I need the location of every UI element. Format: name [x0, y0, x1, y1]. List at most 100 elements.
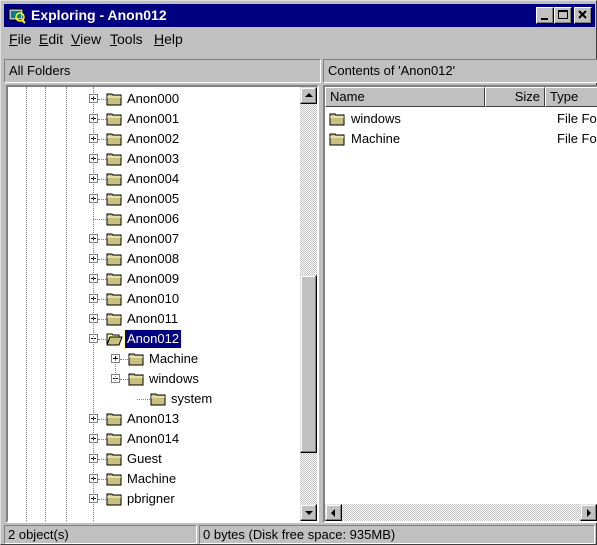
tree-item[interactable]: Guest [8, 449, 298, 469]
window-title: Exploring - Anon012 [31, 7, 167, 23]
tree-item[interactable]: system [8, 389, 298, 409]
menu-tools[interactable]: Tools [110, 31, 143, 47]
tree-connector [98, 259, 106, 260]
tree-item-label: Anon000 [127, 91, 180, 106]
tree-item-label: Anon005 [127, 191, 180, 206]
tree-item[interactable]: pbrigner [8, 489, 298, 509]
tree-connector [98, 499, 106, 500]
tree-item-label: Anon013 [127, 411, 180, 426]
minimize-button[interactable] [536, 7, 554, 24]
folder-icon [106, 273, 122, 286]
tree-item[interactable]: Anon010 [8, 289, 298, 309]
contents-list[interactable]: Name Size Type windows File Fo Machine File… [323, 85, 597, 523]
column-type[interactable]: Type [545, 87, 597, 107]
scroll-up-button[interactable] [300, 87, 317, 104]
folder-icon [106, 153, 122, 166]
column-size[interactable]: Size [485, 87, 545, 107]
tree-item[interactable]: Anon006 [8, 209, 298, 229]
list-item-name: windows [351, 111, 401, 126]
folder-icon [329, 133, 345, 146]
tree-connector [98, 199, 106, 200]
tree-item[interactable]: Anon004 [8, 169, 298, 189]
tree-item[interactable]: Anon003 [8, 149, 298, 169]
tree-item-label: Anon003 [127, 151, 180, 166]
tree-vertical-scrollbar[interactable] [300, 87, 317, 521]
tree-connector [120, 379, 128, 380]
tree-item-label: Machine [127, 471, 177, 486]
tree-guide-line [115, 359, 116, 381]
folder-icon [106, 233, 122, 246]
tree-item[interactable]: Anon009 [8, 269, 298, 289]
tree-item-label: Anon012 [123, 329, 183, 349]
folder-icon [106, 473, 122, 486]
tree-item[interactable]: windows [8, 369, 298, 389]
tree-connector [98, 459, 106, 460]
tree-connector [93, 219, 106, 220]
tree-connector [98, 319, 106, 320]
list-item[interactable]: windows File Fo [329, 109, 597, 129]
close-button[interactable] [574, 7, 592, 24]
tree-item[interactable]: Anon007 [8, 229, 298, 249]
tree-item[interactable]: Anon014 [8, 429, 298, 449]
tree-item[interactable]: Machine [8, 469, 298, 489]
tree-item-label: Anon004 [127, 171, 180, 186]
list-item-type: File Fo [557, 131, 597, 146]
tree-connector [98, 119, 106, 120]
tree-item-label: Anon006 [127, 211, 180, 226]
folder-icon [106, 173, 122, 186]
tree-item[interactable]: Anon002 [8, 129, 298, 149]
tree-connector [98, 139, 106, 140]
tree-connector [98, 279, 106, 280]
tree-scroll-thumb[interactable] [300, 275, 317, 453]
menu-view[interactable]: View [71, 31, 101, 47]
menu-help[interactable]: Help [154, 31, 183, 47]
tree-guide-line [45, 87, 46, 521]
list-item[interactable]: Machine File Fo [329, 129, 597, 149]
tree-item-label: Anon001 [127, 111, 180, 126]
tree-guide-line [26, 87, 27, 521]
maximize-button[interactable] [554, 7, 572, 24]
scroll-right-button[interactable] [580, 504, 597, 521]
folder-icon [128, 373, 144, 386]
tree-item[interactable]: Anon011 [8, 309, 298, 329]
maximize-icon [558, 10, 568, 19]
right-arrow-icon [587, 509, 591, 517]
folder-tree[interactable]: Anon000 Anon001 Anon002 Anon003 Anon004 Anon0… [6, 85, 319, 523]
menu-file[interactable]: File [9, 31, 32, 47]
left-arrow-icon [331, 509, 335, 517]
tree-connector [98, 299, 106, 300]
tree-item-label: windows [149, 371, 199, 386]
scroll-down-button[interactable] [300, 504, 317, 521]
tree-item-label: Machine [149, 351, 199, 366]
explorer-icon [8, 8, 26, 24]
folder-icon [128, 353, 144, 366]
column-name[interactable]: Name [325, 87, 485, 107]
title-bar[interactable]: Exploring - Anon012 [4, 4, 595, 27]
up-arrow-icon [305, 93, 313, 97]
tree-item-label: system [171, 391, 213, 406]
tree-item[interactable]: Machine [8, 349, 298, 369]
tree-connector [98, 99, 106, 100]
menu-edit[interactable]: Edit [39, 31, 63, 47]
scroll-left-button[interactable] [325, 504, 342, 521]
close-icon [578, 10, 587, 19]
tree-item[interactable]: Anon012 [8, 329, 298, 349]
tree-item[interactable]: Anon008 [8, 249, 298, 269]
tree-connector [137, 399, 150, 400]
folder-icon [106, 213, 122, 226]
folder-icon [106, 133, 122, 146]
tree-item-label: Anon008 [127, 251, 180, 266]
explorer-window: Exploring - Anon012 File Edit View Tools… [0, 0, 597, 545]
tree-item[interactable]: Anon000 [8, 89, 298, 109]
tree-connector [98, 179, 106, 180]
tree-item-label: Guest [127, 451, 162, 466]
tree-item[interactable]: Anon005 [8, 189, 298, 209]
list-horizontal-scrollbar[interactable] [325, 504, 597, 521]
tree-connector [120, 359, 128, 360]
tree-item[interactable]: Anon013 [8, 409, 298, 429]
folder-icon [106, 493, 122, 506]
tree-item-label: Anon007 [127, 231, 180, 246]
tree-item[interactable]: Anon001 [8, 109, 298, 129]
status-disk-space: 0 bytes (Disk free space: 935MB) [199, 525, 595, 544]
folder-icon [106, 253, 122, 266]
